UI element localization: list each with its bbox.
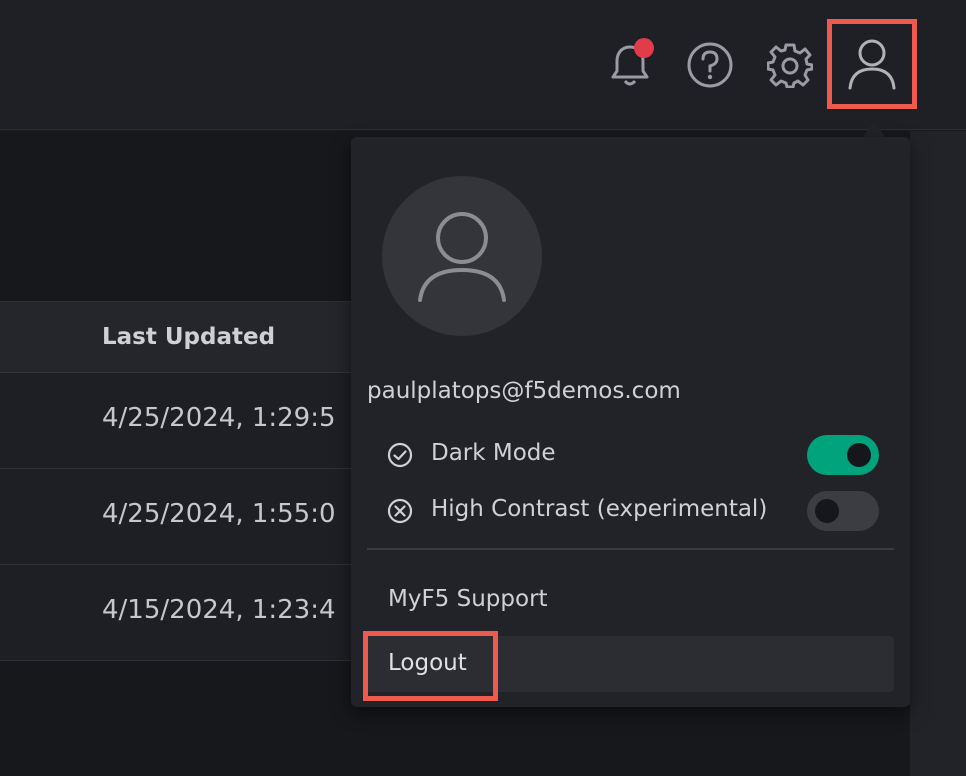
dark-mode-option: Dark Mode: [387, 435, 887, 475]
user-icon: [848, 39, 896, 90]
last-updated-cell: 4/15/2024, 1:23:4: [102, 595, 336, 625]
notification-badge: [634, 38, 654, 58]
menu-divider: [367, 548, 894, 550]
help-icon: [687, 42, 733, 88]
user-avatar-icon: [418, 212, 506, 302]
gear-icon: [767, 43, 813, 88]
user-menu-button[interactable]: [827, 19, 917, 109]
avatar: [382, 176, 542, 336]
settings-button[interactable]: [764, 38, 816, 92]
dropdown-caret: [862, 122, 886, 138]
right-panel-edge: [910, 131, 966, 776]
user-email: paulplatops@f5demos.com: [367, 378, 681, 404]
notifications-button[interactable]: [604, 38, 656, 92]
last-updated-cell: 4/25/2024, 1:55:0: [102, 499, 336, 529]
myf5-support-link[interactable]: MyF5 Support: [388, 586, 548, 612]
column-header-last-updated[interactable]: Last Updated: [102, 324, 275, 350]
user-menu-dropdown: paulplatops@f5demos.com Dark Mode High C…: [351, 137, 910, 707]
logout-button[interactable]: Logout: [388, 650, 467, 676]
high-contrast-toggle[interactable]: [807, 491, 879, 531]
help-button[interactable]: [684, 38, 736, 92]
dark-mode-label: Dark Mode: [431, 440, 556, 466]
check-circle-icon: [387, 442, 413, 468]
high-contrast-option: High Contrast (experimental): [387, 491, 887, 531]
high-contrast-label: High Contrast (experimental): [431, 496, 768, 522]
last-updated-cell: 4/25/2024, 1:29:5: [102, 403, 336, 433]
dark-mode-toggle[interactable]: [807, 435, 879, 475]
toggle-knob: [815, 499, 839, 523]
top-bar: [0, 0, 966, 130]
x-circle-icon: [387, 498, 413, 524]
toggle-knob: [847, 443, 871, 467]
